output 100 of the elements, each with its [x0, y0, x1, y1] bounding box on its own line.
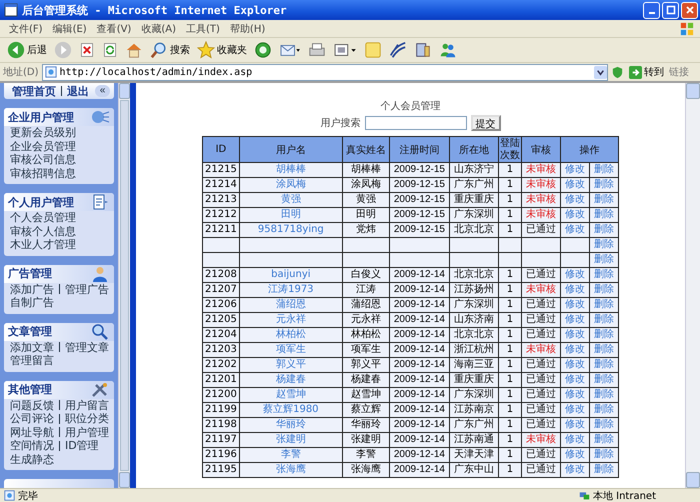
links-label[interactable]: 链接: [669, 65, 697, 79]
dropdown-icon[interactable]: [594, 66, 607, 78]
sidebar-link[interactable]: 网址导航: [10, 426, 54, 438]
column-header: 所在地: [449, 136, 498, 162]
page-icon: [4, 490, 15, 501]
go-button[interactable]: 转到: [627, 65, 666, 79]
table-cell: 2009-12-15: [389, 162, 450, 178]
minimize-button[interactable]: [643, 2, 660, 18]
sidebar-link[interactable]: 管理留言: [10, 354, 54, 367]
table-cell: 1: [498, 178, 522, 192]
table-cell: 重庆重庆: [449, 192, 498, 208]
sidebar-link[interactable]: 公司评论: [10, 412, 54, 425]
status-cell: 未审核: [521, 178, 560, 192]
menu-item[interactable]: 编辑(E): [48, 22, 92, 36]
menu-item[interactable]: 工具(T): [181, 22, 225, 36]
page-icon: [44, 66, 57, 78]
table-cell: 元永祥: [342, 312, 390, 328]
sidebar-top-link[interactable]: 管理首页: [12, 84, 56, 98]
column-header: 登陆次数: [498, 136, 522, 162]
table-cell: 21201: [202, 372, 240, 388]
search-field[interactable]: [364, 116, 466, 130]
sidebar-link[interactable]: 用户留言: [65, 398, 109, 412]
collapse-button[interactable]: «: [95, 85, 110, 97]
sidebar-link[interactable]: 个人会员管理: [10, 211, 76, 224]
scrollbar[interactable]: [118, 83, 130, 488]
menu-item[interactable]: 帮助(H): [224, 22, 270, 36]
table-cell: 广东广州: [449, 178, 498, 192]
table-cell: 1: [498, 402, 522, 418]
username-link[interactable]: 黄强: [280, 194, 301, 205]
username-link[interactable]: 李警: [280, 449, 301, 460]
status-cell: 已通过: [521, 358, 560, 372]
network-icon: [90, 109, 110, 125]
table-cell: 2009-12-14: [389, 388, 450, 402]
table-cell: 华丽玲: [342, 418, 390, 432]
status-cell: 已通过: [521, 222, 560, 238]
sidebar-link[interactable]: 审核个人信息: [10, 224, 76, 238]
close-button[interactable]: [681, 2, 698, 18]
status-cell: 未审核: [521, 282, 560, 298]
star-icon: [197, 41, 215, 59]
sidebar-link[interactable]: 添加文章: [10, 340, 54, 354]
sidebar-top-link[interactable]: 退出: [67, 84, 89, 98]
sidebar-link[interactable]: 企业会员管理: [10, 140, 76, 152]
table-cell: [449, 252, 498, 268]
maximize-button[interactable]: [662, 2, 679, 18]
status-text: 完毕: [18, 490, 38, 502]
zone-text: 本地 Intranet: [592, 490, 657, 502]
sidebar-link[interactable]: 审核公司信息: [10, 153, 76, 166]
close-icon: [684, 5, 694, 15]
table-cell: 1: [498, 418, 522, 432]
table-cell: 1: [498, 462, 522, 478]
sidebar-link[interactable]: 更新会员级别: [10, 126, 76, 139]
sidebar-link[interactable]: 生成静态: [10, 452, 54, 466]
printer-icon: [308, 41, 326, 59]
table-cell: 2009-12-15: [389, 208, 450, 222]
table-cell: 2009-12-14: [389, 358, 450, 372]
media-icon: [254, 41, 272, 59]
sidebar-link[interactable]: 职位分类: [65, 412, 109, 425]
table-cell: 21211: [202, 222, 240, 238]
window-title: 后台管理系统 - Microsoft Internet Explorer: [22, 2, 288, 18]
table-cell: 2009-12-14: [389, 448, 450, 462]
status-cell: 已通过: [521, 372, 560, 388]
sidebar-link[interactable]: 木业人才管理: [10, 238, 76, 251]
arrow-icon: [629, 66, 642, 78]
sidebar-link[interactable]: 问题反馈: [10, 398, 54, 412]
sidebar-link[interactable]: 管理广告: [65, 282, 109, 296]
table-cell: 1: [498, 358, 522, 372]
table-cell: 广东深圳: [449, 388, 498, 402]
tools-icon: [90, 382, 110, 398]
shield-icon: [611, 66, 624, 78]
table-cell: 21200: [202, 388, 240, 402]
status-cell: 未审核: [521, 432, 560, 448]
scrollbar[interactable]: [685, 83, 700, 488]
refresh-icon: [102, 41, 118, 59]
back-button[interactable]: 后退: [4, 39, 50, 61]
table-cell: 赵雪坤: [342, 388, 390, 402]
sidebar-link[interactable]: 用户管理: [65, 426, 109, 438]
sidebar-link[interactable]: 空间情况: [10, 439, 54, 452]
sidebar-link[interactable]: ID管理: [65, 439, 99, 452]
submit-button[interactable]: 提交: [470, 115, 500, 131]
sidebar-link[interactable]: 审核招聘信息: [10, 166, 76, 180]
table-cell: 21215: [202, 162, 240, 178]
menu-item[interactable]: 收藏(A): [136, 22, 181, 36]
table-cell: 广东深圳: [449, 208, 498, 222]
table-cell: 海南三亚: [449, 358, 498, 372]
table-cell: 田明: [342, 208, 390, 222]
stop-icon: [79, 41, 95, 59]
search-button[interactable]: 搜索: [147, 39, 193, 61]
menu-item[interactable]: 查看(V): [92, 22, 136, 36]
table-cell: 1: [498, 312, 522, 328]
network-icon: [578, 490, 590, 501]
address-field[interactable]: http://localhost/admin/index.asp: [42, 64, 608, 80]
column-header: ID: [202, 136, 240, 162]
table-cell: 2009-12-14: [389, 342, 450, 358]
sidebar-link[interactable]: 自制广告: [10, 296, 54, 309]
menu-item[interactable]: 文件(F): [4, 22, 48, 36]
sidebar-link[interactable]: 添加广告: [10, 282, 54, 296]
favorites-button[interactable]: 收藏夹: [194, 39, 250, 61]
sidebar-link[interactable]: 管理文章: [65, 340, 109, 354]
table-cell: 1: [498, 342, 522, 358]
username-link[interactable]: 田明: [280, 209, 301, 220]
